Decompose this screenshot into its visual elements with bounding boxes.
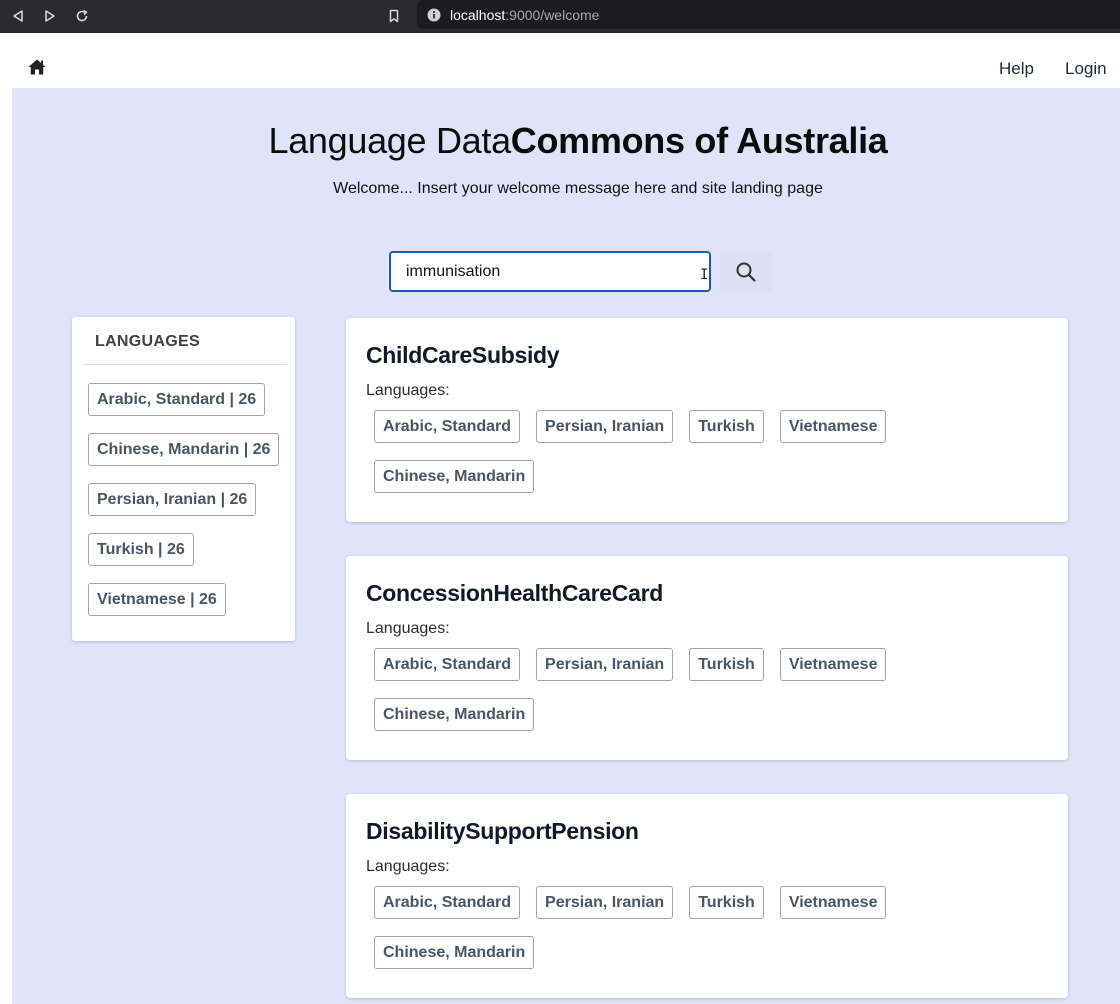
facet-chip[interactable]: Vietnamese | 26	[88, 583, 226, 616]
search-button[interactable]	[720, 251, 772, 292]
login-link[interactable]: Login	[1065, 59, 1107, 79]
title-light: Language Data	[268, 120, 511, 161]
search-icon	[736, 262, 756, 282]
language-chip[interactable]: Vietnamese	[779, 648, 887, 681]
language-chip[interactable]: Turkish	[689, 886, 764, 919]
home-icon	[28, 59, 46, 75]
language-chip[interactable]: Chinese, Mandarin	[374, 698, 535, 731]
languages-label: Languages:	[366, 382, 450, 399]
language-chip-list: Arabic, Standard Persian, Iranian Turkis…	[374, 648, 934, 731]
language-chip[interactable]: Arabic, Standard	[374, 648, 521, 681]
facet-title: LANGUAGES	[95, 333, 200, 350]
language-chip[interactable]: Arabic, Standard	[374, 410, 521, 443]
search-input[interactable]	[389, 251, 711, 292]
bookmark-button[interactable]	[383, 5, 405, 27]
result-card: DisabilitySupportPension Languages: Arab…	[346, 794, 1068, 998]
forward-icon	[45, 10, 55, 22]
result-title[interactable]: ConcessionHealthCareCard	[366, 580, 663, 607]
address-bar[interactable]: localhost:9000/welcome	[417, 0, 1120, 29]
facet-chip[interactable]: Chinese, Mandarin | 26	[88, 433, 280, 466]
language-chip[interactable]: Turkish	[689, 648, 764, 681]
back-icon	[13, 10, 23, 22]
result-card: ConcessionHealthCareCard Languages: Arab…	[346, 556, 1068, 760]
browser-toolbar: localhost:9000/welcome	[0, 0, 1120, 33]
reload-button[interactable]	[71, 5, 93, 27]
language-chip[interactable]: Vietnamese	[779, 410, 887, 443]
app-header: Help Login	[0, 33, 1120, 88]
page-title: Language DataCommons of Australia	[12, 120, 1120, 162]
divider	[83, 364, 287, 365]
reload-icon	[76, 9, 88, 22]
home-link[interactable]	[27, 58, 47, 76]
url-path: :9000/welcome	[505, 6, 600, 23]
language-chip[interactable]: Persian, Iranian	[536, 886, 674, 919]
forward-button[interactable]	[39, 5, 61, 27]
main-content: Language DataCommons of Australia Welcom…	[12, 88, 1120, 1004]
title-bold: Commons of Australia	[510, 120, 888, 161]
languages-label: Languages:	[366, 620, 450, 637]
url-host: localhost	[450, 6, 506, 23]
facet-list: Arabic, Standard | 26 Chinese, Mandarin …	[88, 383, 280, 633]
language-chip[interactable]: Chinese, Mandarin	[374, 936, 535, 969]
text-cursor-icon: I	[700, 267, 709, 283]
welcome-message: Welcome... Insert your welcome message h…	[333, 180, 823, 197]
language-chip-list: Arabic, Standard Persian, Iranian Turkis…	[374, 410, 934, 493]
languages-label: Languages:	[366, 858, 450, 875]
language-chip-list: Arabic, Standard Persian, Iranian Turkis…	[374, 886, 934, 969]
facet-chip[interactable]: Turkish | 26	[88, 533, 194, 566]
language-facet-panel: LANGUAGES Arabic, Standard | 26 Chinese,…	[72, 317, 295, 641]
language-chip[interactable]: Arabic, Standard	[374, 886, 521, 919]
language-chip[interactable]: Turkish	[689, 410, 764, 443]
facet-chip[interactable]: Persian, Iranian | 26	[88, 483, 257, 516]
back-button[interactable]	[7, 5, 29, 27]
result-card: ChildCareSubsidy Languages: Arabic, Stan…	[346, 318, 1068, 522]
language-chip[interactable]: Vietnamese	[779, 886, 887, 919]
result-title[interactable]: ChildCareSubsidy	[366, 342, 560, 369]
facet-chip[interactable]: Arabic, Standard | 26	[88, 383, 266, 416]
info-icon	[427, 8, 441, 21]
language-chip[interactable]: Chinese, Mandarin	[374, 460, 535, 493]
bookmark-icon	[389, 9, 399, 23]
result-title[interactable]: DisabilitySupportPension	[366, 818, 639, 845]
help-link[interactable]: Help	[999, 59, 1034, 79]
language-chip[interactable]: Persian, Iranian	[536, 648, 674, 681]
language-chip[interactable]: Persian, Iranian	[536, 410, 674, 443]
